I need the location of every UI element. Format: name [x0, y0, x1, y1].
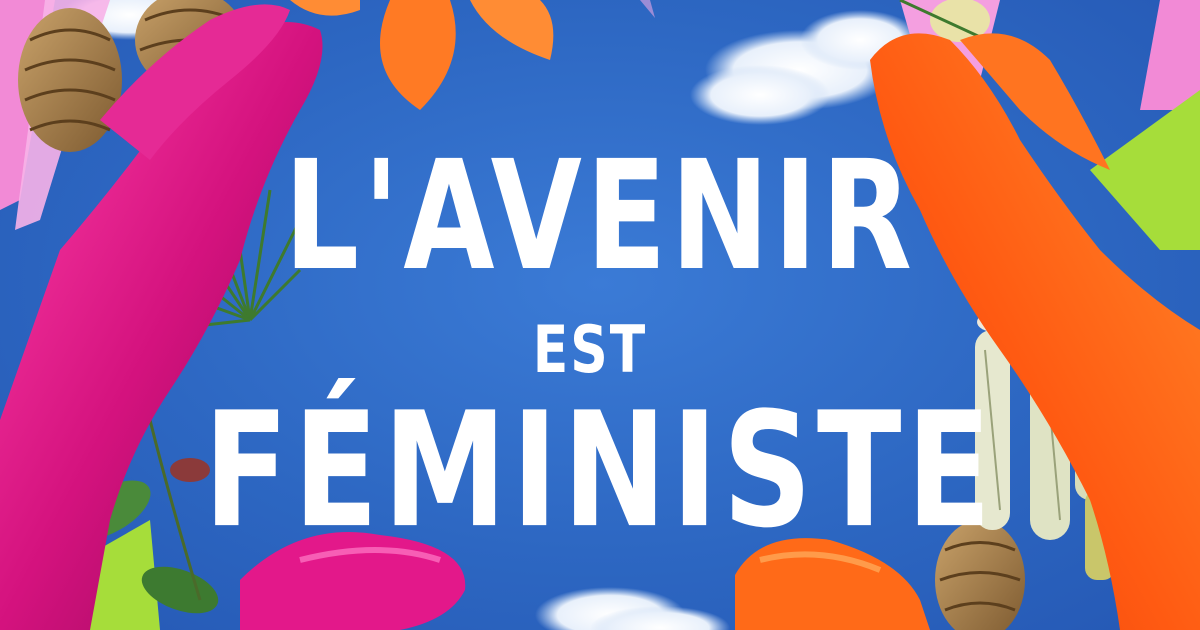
poster: L'AVENIR EST FÉMINISTE — [0, 0, 1200, 630]
headline-line-2: EST — [532, 313, 648, 388]
headline-line-3: FÉMINISTE — [203, 379, 997, 564]
headline-line-1: L'AVENIR — [283, 127, 917, 304]
headline: L'AVENIR EST FÉMINISTE — [0, 0, 1200, 630]
